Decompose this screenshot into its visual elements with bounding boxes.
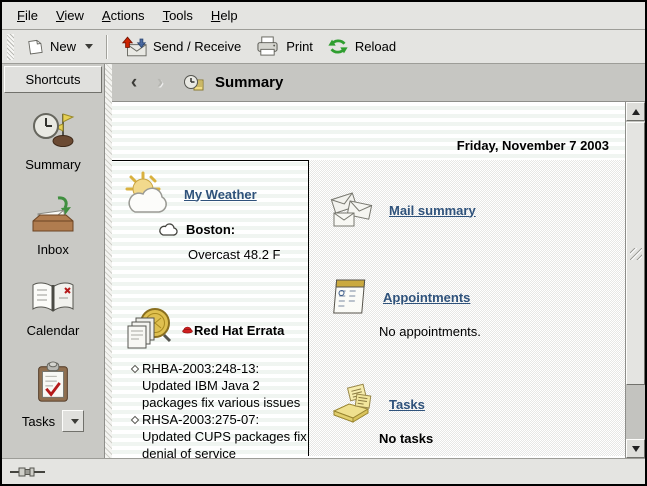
left-column: My Weather Boston: Overcast 48.2 F — [112, 160, 308, 456]
menu-tools[interactable]: Tools — [154, 3, 202, 28]
inbox-shortcut-icon — [29, 195, 77, 237]
my-weather-link[interactable]: My Weather — [184, 187, 257, 202]
menu-file[interactable]: File — [8, 3, 47, 28]
appointments-icon — [329, 276, 369, 318]
send-receive-label: Send / Receive — [153, 39, 241, 54]
summary-body: Friday, November 7 2003 — [112, 102, 645, 458]
tasks-shortcut-icon — [33, 361, 73, 405]
arrow-down-icon — [632, 446, 640, 452]
sidebar-item-summary-label: Summary — [25, 157, 81, 172]
sidebar-item-inbox[interactable]: Inbox — [29, 195, 77, 257]
sidebar-item-inbox-label: Inbox — [37, 242, 69, 257]
main-area: Shortcuts Summary — [2, 64, 645, 458]
errata-item[interactable]: RHSA-2003:275-07: Updated CUPS packages … — [132, 411, 308, 458]
online-status-connector-icon[interactable] — [10, 466, 46, 478]
scroll-thumb[interactable] — [626, 122, 645, 385]
vertical-scrollbar — [625, 102, 645, 458]
new-dropdown-arrow-icon — [85, 44, 93, 49]
summary-shortcut-icon — [30, 108, 76, 152]
sidebar-item-tasks-label: Tasks — [22, 414, 55, 429]
toolbar: New Send / Receive Print — [2, 30, 645, 64]
redhat-icon — [182, 325, 193, 335]
weather-icon — [122, 171, 172, 217]
mail-summary-link[interactable]: Mail summary — [389, 203, 476, 218]
shortcut-sidebar: Shortcuts Summary — [2, 64, 105, 458]
new-button-label: New — [50, 39, 76, 54]
appointments-section: Appointments No appointments. — [329, 276, 625, 339]
errata-section: Red Hat Errata RHBA-2003:248-13: Updated… — [122, 306, 308, 458]
reload-button[interactable]: Reload — [320, 33, 403, 60]
menubar: File View Actions Tools Help — [2, 2, 645, 30]
scroll-up-button[interactable] — [626, 102, 645, 121]
errata-item[interactable]: RHBA-2003:248-13: Updated IBM Java 2 pac… — [132, 360, 308, 411]
scroll-track[interactable] — [626, 121, 645, 439]
status-bar — [2, 458, 645, 484]
folder-title: Summary — [215, 74, 283, 91]
mail-summary-section: Mail summary — [329, 190, 625, 230]
tasks-section: Tasks No tasks — [329, 383, 625, 446]
shortcuts-group-label: Shortcuts — [26, 72, 81, 87]
forward-button[interactable]: › — [151, 74, 169, 92]
scroll-thumb-grip-icon — [630, 248, 642, 260]
appointments-link[interactable]: Appointments — [383, 290, 470, 305]
summary-content: Friday, November 7 2003 — [112, 102, 625, 458]
errata-title-row: Red Hat Errata — [182, 323, 284, 338]
shortcut-group-dropdown-button[interactable] — [62, 410, 84, 432]
new-button[interactable]: New — [19, 35, 100, 59]
tasks-icon — [329, 383, 375, 425]
back-button[interactable]: ‹ — [125, 74, 143, 92]
summary-columns: My Weather Boston: Overcast 48.2 F — [112, 160, 625, 456]
tasks-link[interactable]: Tasks — [389, 397, 425, 412]
summary-folder-icon — [183, 73, 205, 93]
sidebar-item-calendar-label: Calendar — [27, 323, 80, 338]
shortcut-list: Summary Inbox — [2, 95, 104, 458]
right-column: Mail summary — [308, 160, 625, 456]
new-note-icon — [26, 38, 44, 56]
print-button[interactable]: Print — [248, 33, 320, 60]
toolbar-grip[interactable] — [7, 34, 14, 60]
errata-list: RHBA-2003:248-13: Updated IBM Java 2 pac… — [132, 360, 308, 458]
pane-splitter[interactable] — [105, 64, 112, 458]
calendar-shortcut-icon — [29, 280, 77, 318]
errata-icon — [122, 306, 174, 354]
shortcuts-group-button[interactable]: Shortcuts — [4, 66, 102, 93]
sidebar-item-calendar[interactable]: Calendar — [27, 280, 80, 338]
menu-actions[interactable]: Actions — [93, 3, 154, 28]
evolution-window: File View Actions Tools Help New — [0, 0, 647, 486]
weather-section: My Weather Boston: Overcast 48.2 F — [122, 171, 308, 262]
tasks-row: Tasks — [22, 410, 84, 432]
scroll-down-button[interactable] — [626, 439, 645, 458]
reload-label: Reload — [355, 39, 396, 54]
sidebar-item-summary[interactable]: Summary — [25, 108, 81, 172]
sidebar-item-tasks[interactable]: Tasks — [22, 361, 84, 432]
toolbar-separator — [106, 35, 108, 59]
weather-condition: Overcast 48.2 F — [188, 247, 308, 262]
reload-icon — [327, 36, 349, 57]
mail-summary-icon — [329, 190, 375, 230]
menu-view[interactable]: View — [47, 3, 93, 28]
chevron-down-icon — [71, 419, 79, 424]
menu-help[interactable]: Help — [202, 3, 247, 28]
print-label: Print — [286, 39, 313, 54]
date-heading: Friday, November 7 2003 — [112, 102, 625, 160]
tasks-empty-text: No tasks — [379, 431, 625, 446]
send-receive-button[interactable]: Send / Receive — [114, 33, 248, 60]
send-receive-icon — [121, 36, 147, 57]
errata-title: Red Hat Errata — [194, 323, 284, 338]
print-icon — [255, 36, 280, 57]
weather-location: Boston: — [186, 222, 235, 237]
appointments-empty-text: No appointments. — [379, 324, 625, 339]
arrow-up-icon — [632, 109, 640, 115]
cloud-condition-icon — [158, 223, 178, 237]
folder-title-bar: ‹ › Summary — [112, 64, 645, 102]
work-area: ‹ › Summary Friday, November 7 2003 — [112, 64, 645, 458]
